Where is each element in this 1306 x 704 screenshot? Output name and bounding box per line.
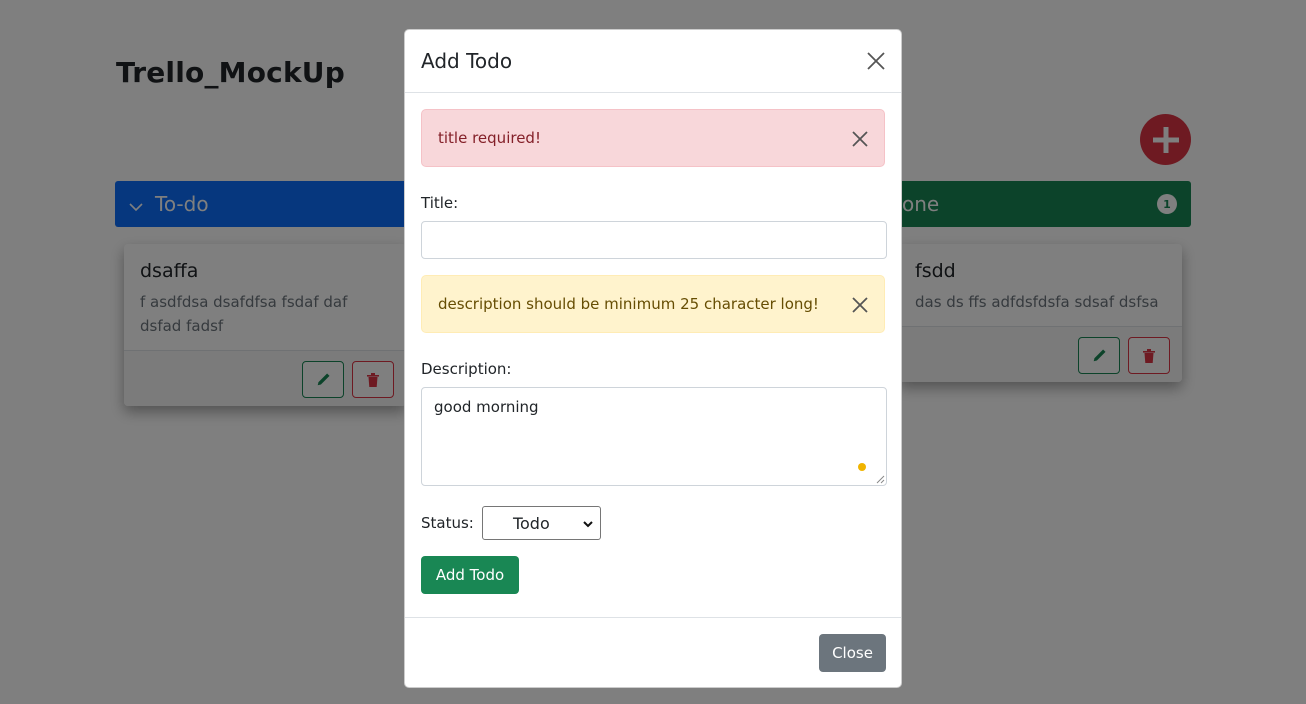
modal-footer: Close bbox=[405, 617, 901, 687]
modal-title: Add Todo bbox=[421, 49, 513, 73]
close-button[interactable]: Close bbox=[819, 634, 886, 672]
modal-header: Add Todo bbox=[405, 30, 901, 93]
add-todo-button[interactable]: Add Todo bbox=[421, 556, 519, 594]
description-error-alert: description should be minimum 25 charact… bbox=[421, 275, 885, 333]
status-selected: Todo bbox=[512, 513, 550, 533]
description-label: Description: bbox=[421, 360, 512, 378]
description-value: good morning bbox=[434, 398, 539, 416]
title-label: Title: bbox=[421, 194, 459, 212]
resize-handle-icon[interactable] bbox=[875, 474, 885, 484]
modal-body: title required! Title: description shoul… bbox=[405, 93, 901, 618]
chevron-down-icon bbox=[583, 521, 593, 528]
description-textarea[interactable]: good morning bbox=[421, 387, 887, 486]
close-icon[interactable] bbox=[850, 295, 870, 315]
title-input[interactable] bbox=[421, 221, 887, 259]
alert-text: description should be minimum 25 charact… bbox=[438, 295, 819, 313]
status-label: Status: bbox=[421, 514, 474, 532]
add-todo-modal: Add Todo title required! Title: descript… bbox=[404, 29, 902, 688]
close-icon[interactable] bbox=[865, 50, 887, 72]
alert-text: title required! bbox=[438, 129, 541, 147]
title-error-alert: title required! bbox=[421, 109, 885, 167]
status-select[interactable]: Todo bbox=[481, 506, 601, 540]
grammar-indicator-icon bbox=[858, 463, 866, 471]
close-icon[interactable] bbox=[850, 129, 870, 149]
status-row: Status: Todo bbox=[421, 506, 885, 540]
